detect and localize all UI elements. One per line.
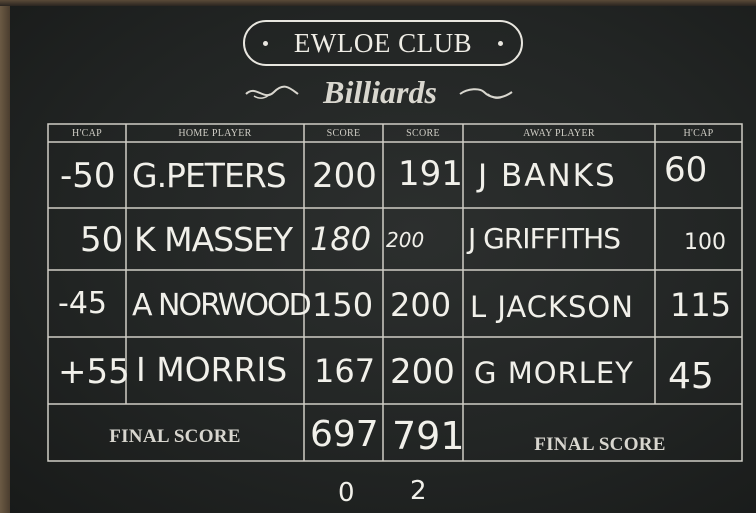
- final-home-total: 697: [310, 414, 379, 455]
- row4-away-hcap: 45: [668, 356, 714, 397]
- row4-home-hcap: +55: [58, 352, 130, 392]
- row2-home-player: K MASSEY: [134, 220, 293, 259]
- row4-away-score: 200: [390, 352, 455, 392]
- row3-home-player: A NORWOOD: [132, 288, 312, 323]
- row1-away-player: J BANKS: [478, 158, 617, 194]
- header-away-hcap: H'CAP: [683, 128, 714, 139]
- result-away: 2: [410, 476, 427, 506]
- row1-home-score: 200: [312, 156, 377, 196]
- row2-away-hcap: 100: [684, 230, 726, 255]
- row1-home-hcap: -50: [60, 156, 116, 196]
- row1-away-hcap: 60: [664, 150, 708, 190]
- row3-away-score: 200: [390, 286, 452, 324]
- row4-away-player: G MORLEY: [474, 356, 634, 390]
- final-away-total: 791: [392, 414, 465, 458]
- result-home: 0: [338, 478, 355, 508]
- chalkboard: EWLOE CLUB Billiards H'CAP HOME PLAYER S…: [0, 0, 756, 513]
- row3-home-hcap: -45: [58, 286, 107, 321]
- row2-away-player: J GRIFFITHS: [468, 222, 621, 255]
- final-score-home-label: FINAL SCORE: [109, 426, 241, 447]
- header-away-player: AWAY PLAYER: [523, 128, 595, 139]
- row3-away-hcap: 115: [670, 286, 732, 324]
- header-home-score: SCORE: [326, 128, 361, 139]
- final-score-away-label: FINAL SCORE: [534, 434, 666, 455]
- header-away-score: SCORE: [406, 128, 440, 139]
- header-home-hcap: H'CAP: [72, 128, 102, 139]
- row2-away-score: 200: [386, 228, 425, 252]
- row3-away-player: L JACKSON: [470, 290, 634, 324]
- row1-away-score: 191: [398, 154, 463, 194]
- header-home-player: HOME PLAYER: [178, 128, 252, 139]
- row2-home-score: 180: [310, 220, 372, 258]
- row2-home-hcap: 50: [80, 220, 124, 260]
- row3-home-score: 150: [312, 286, 374, 324]
- row4-home-score: 167: [314, 352, 376, 390]
- row1-home-player: G.PETERS: [132, 156, 287, 195]
- row4-home-player: I MORRIS: [136, 350, 288, 389]
